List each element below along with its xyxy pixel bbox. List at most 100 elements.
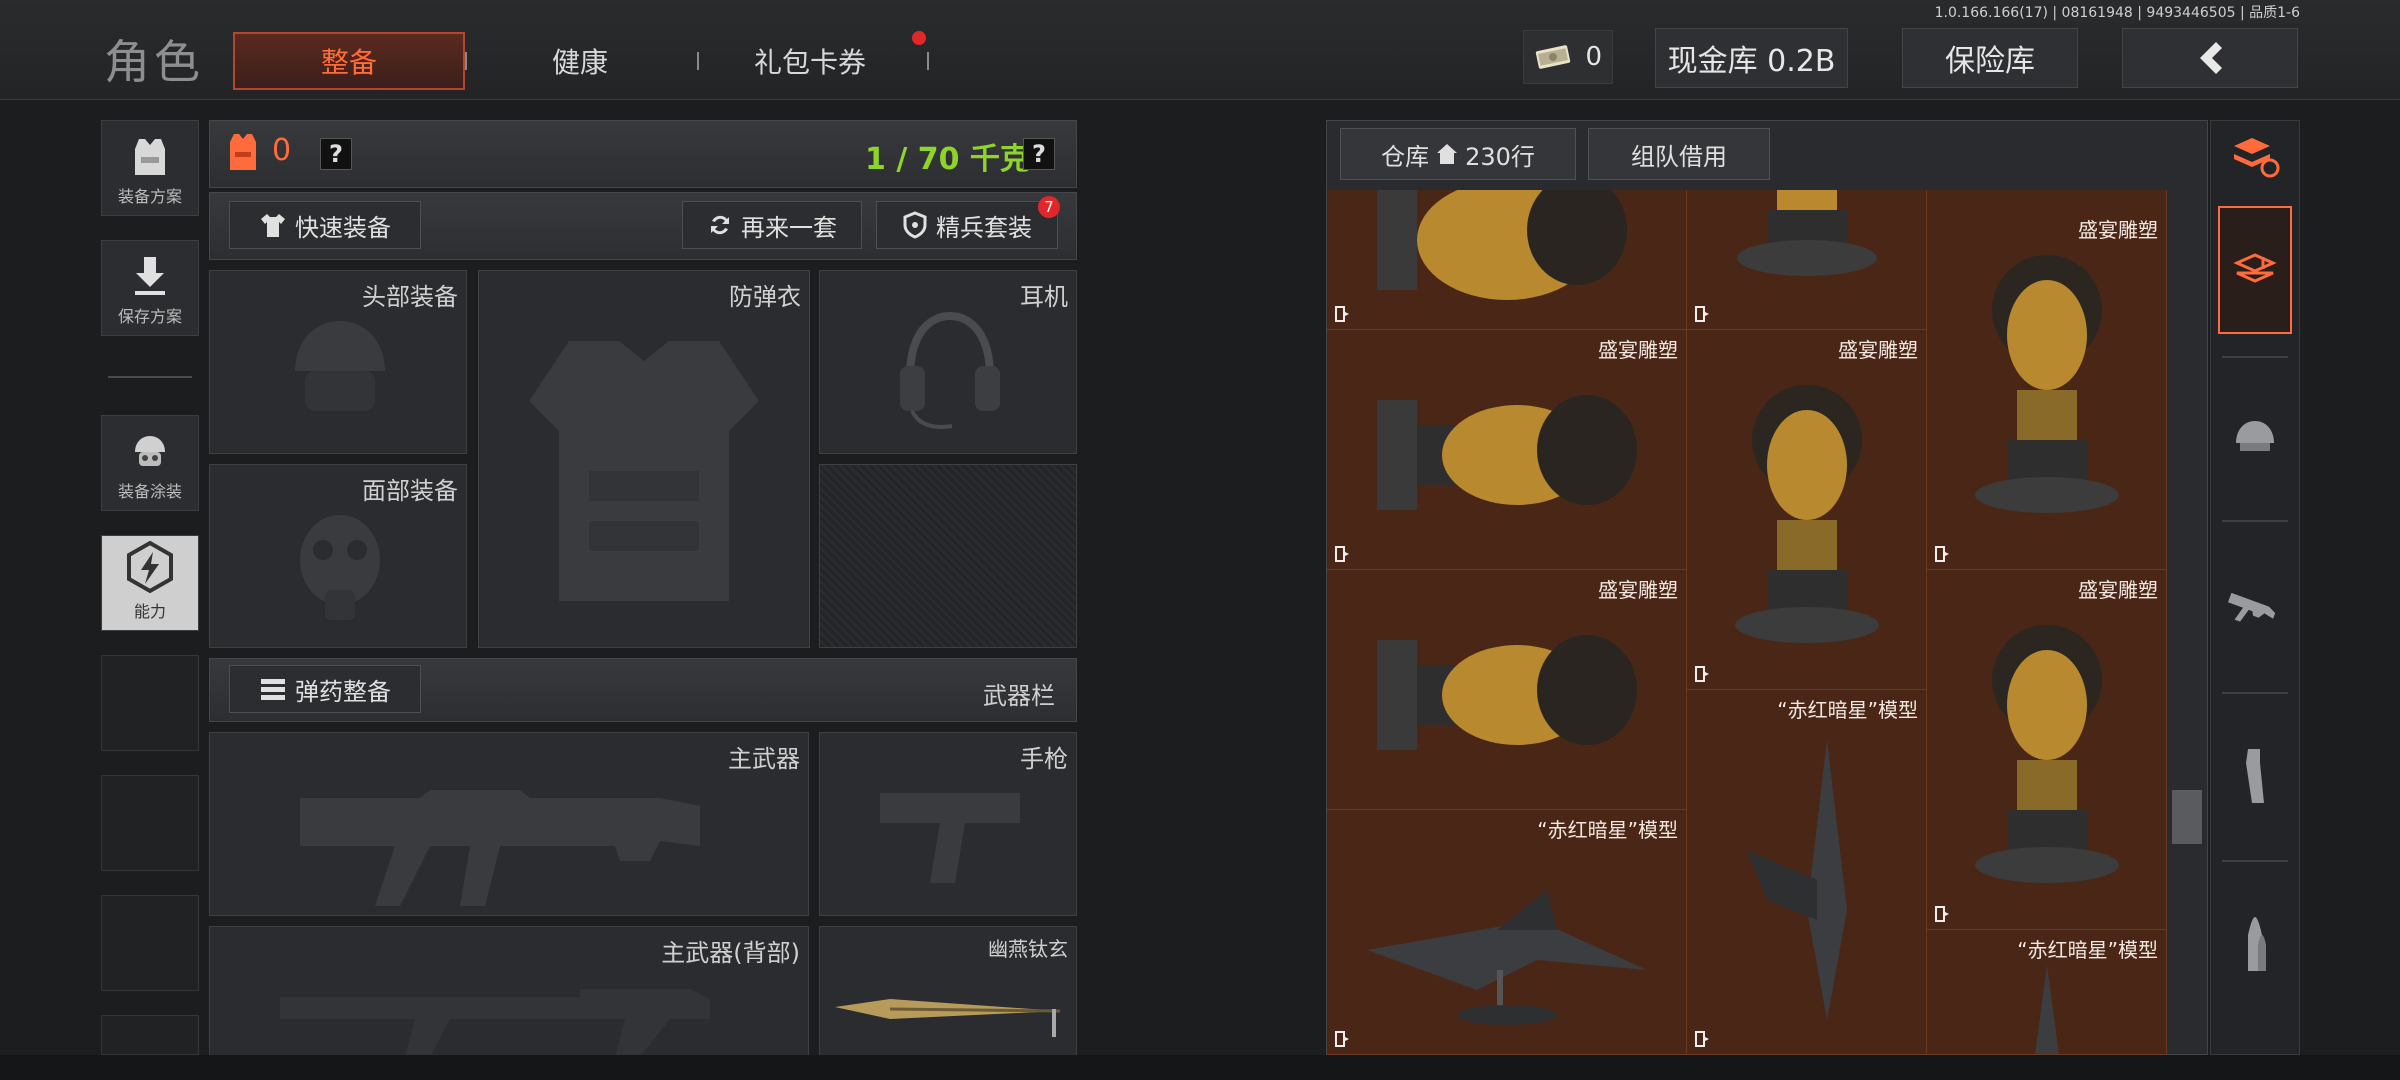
ammo-equip-button[interactable]: 弹药整备 — [229, 665, 421, 713]
tab-divider — [465, 52, 467, 70]
rail-loadout-plan[interactable]: 装备方案 — [101, 120, 199, 216]
slot-melee[interactable]: 幽燕钛玄 — [819, 926, 1077, 1056]
rail-divider — [2222, 520, 2288, 522]
rail-ability[interactable]: 能力 — [101, 535, 199, 631]
download-icon — [135, 257, 165, 295]
weight-help-button[interactable]: ? — [1023, 138, 1055, 170]
tab-health[interactable]: 健康 — [480, 32, 680, 90]
elite-set-button[interactable]: 精兵套装 — [876, 201, 1058, 249]
quick-equip-button[interactable]: 快速装备 — [229, 201, 421, 249]
armor-icon — [228, 130, 258, 174]
warehouse-scrollbar[interactable] — [2172, 790, 2202, 844]
warehouse-tab[interactable]: 仓库 230行 — [1340, 128, 1576, 180]
pistol-icon — [880, 793, 1020, 883]
jet-model-icon — [2035, 965, 2059, 1054]
rail-label: 装备方案 — [117, 187, 182, 206]
rail-divider — [108, 376, 192, 378]
rail-divider — [2222, 692, 2288, 694]
rifle-icon — [2228, 592, 2276, 622]
slot-empty — [819, 464, 1077, 648]
filter-gun-button[interactable] — [2220, 575, 2290, 645]
warehouse-item-bust-side[interactable] — [1327, 190, 1687, 330]
warehouse-item-bust-top[interactable] — [1687, 190, 1927, 330]
rail-divider — [2222, 860, 2288, 862]
helmet-icon — [2236, 421, 2274, 451]
page-title: 角色 — [104, 35, 204, 89]
chevron-left-icon — [2200, 42, 2222, 74]
home-icon — [1437, 144, 1458, 164]
rail-label: 装备涂装 — [117, 482, 182, 501]
insurance-vault-button[interactable]: 保险库 — [1902, 28, 2078, 88]
team-borrow-tab[interactable]: 组队借用 — [1588, 128, 1770, 180]
jet-model-icon — [1367, 890, 1647, 1025]
warehouse-item-bust[interactable]: 盛宴雕塑 — [1927, 190, 2167, 570]
bust-sculpture-icon — [1377, 395, 1637, 510]
body-armor-icon — [529, 341, 759, 601]
cash-vault-button[interactable]: 现金库 0.2B — [1655, 28, 1848, 88]
back-button[interactable] — [2122, 28, 2298, 88]
slot-primary-back[interactable]: 主武器(背部) — [209, 926, 809, 1057]
warehouse-item-bust-side[interactable]: 盛宴雕塑 — [1327, 570, 1687, 810]
rifle-icon — [300, 790, 700, 906]
filter-ammo-button[interactable] — [2220, 910, 2290, 980]
slot-primary-weapon[interactable]: 主武器 — [209, 732, 809, 916]
slot-earphone[interactable]: 耳机 — [819, 270, 1077, 454]
warehouse-item-jet-side[interactable]: “赤红暗星”模型 — [1327, 810, 1687, 1055]
bust-sculpture-icon — [1975, 625, 2119, 883]
again-set-button[interactable]: 再来一套 — [682, 201, 862, 249]
rail-save-plan[interactable]: 保存方案 — [101, 240, 199, 336]
warehouse-item-bust[interactable]: 盛宴雕塑 — [1927, 570, 2167, 930]
tab-gift-coupons[interactable]: 礼包卡券 — [700, 32, 920, 90]
shirt-icon — [261, 214, 285, 237]
rail-label: 能力 — [133, 602, 166, 621]
bust-sculpture-icon — [1975, 255, 2119, 513]
slot-head[interactable]: 头部装备 — [209, 270, 467, 454]
rail-equip-skin[interactable]: 装备涂装 — [101, 415, 199, 511]
filter-magazine-button[interactable] — [2220, 742, 2290, 812]
slot-pistol[interactable]: 手枪 — [819, 732, 1077, 916]
headset-icon — [900, 311, 1000, 429]
bottom-bar — [0, 1055, 2400, 1080]
ammo-icon — [261, 679, 285, 700]
warehouse-grid: 盛宴雕塑 盛宴雕塑 盛宴雕塑 盛宴雕塑 盛宴雕塑 “赤红暗星”模型 “赤红暗星”… — [1327, 190, 2167, 1055]
exit-icon — [1695, 666, 1709, 682]
rail-label: 保存方案 — [117, 307, 182, 326]
weapon-bar-label: 武器栏 — [983, 682, 1055, 710]
notification-dot — [912, 31, 926, 45]
bust-sculpture-icon — [1377, 190, 1627, 300]
warehouse-item-bust[interactable]: 盛宴雕塑 — [1687, 330, 1927, 690]
tab-divider — [697, 52, 699, 70]
elite-set-badge: 7 — [1038, 196, 1060, 218]
warehouse-item-bust-side[interactable]: 盛宴雕塑 — [1327, 330, 1687, 570]
filter-helmet-button[interactable] — [2220, 402, 2290, 472]
weight-readout: 1 / 70 千克 — [865, 142, 1030, 177]
slot-face[interactable]: 面部装备 — [209, 464, 467, 648]
warehouse-item-jet-tip[interactable]: “赤红暗星”模型 — [1927, 930, 2167, 1055]
exit-icon — [1935, 906, 1949, 922]
cash-icon — [1533, 40, 1573, 72]
armor-count: 0 — [272, 133, 292, 168]
rail-divider — [2222, 356, 2288, 358]
refresh-icon — [711, 215, 729, 235]
bullet-icon — [2248, 917, 2266, 971]
jet-model-icon — [1747, 740, 1847, 1020]
lightning-hex-icon — [127, 540, 173, 594]
gas-mask-icon — [300, 515, 380, 620]
slot-body-armor[interactable]: 防弹衣 — [478, 270, 810, 648]
rail-empty-slot — [101, 1015, 199, 1055]
helmet-icon — [295, 321, 385, 411]
exit-icon — [1335, 546, 1349, 562]
vest-icon — [135, 139, 165, 175]
cash-count: 0 — [1585, 42, 1602, 72]
tab-equip[interactable]: 整备 — [233, 32, 465, 90]
magazine-icon — [2246, 749, 2264, 803]
rail-empty-slot — [101, 895, 199, 991]
sort-refresh-button[interactable] — [2220, 122, 2290, 192]
bust-sculpture-icon — [1377, 635, 1637, 750]
warehouse-item-jet-vertical[interactable]: “赤红暗星”模型 — [1687, 690, 1927, 1055]
help-button[interactable]: ? — [320, 138, 352, 170]
exit-icon — [1695, 306, 1709, 322]
version-text: 1.0.166.166(17) | 08161948 | 9493446505 … — [1934, 5, 2300, 21]
layers-down-icon — [2233, 253, 2277, 283]
layers-refresh-icon — [2234, 138, 2280, 178]
